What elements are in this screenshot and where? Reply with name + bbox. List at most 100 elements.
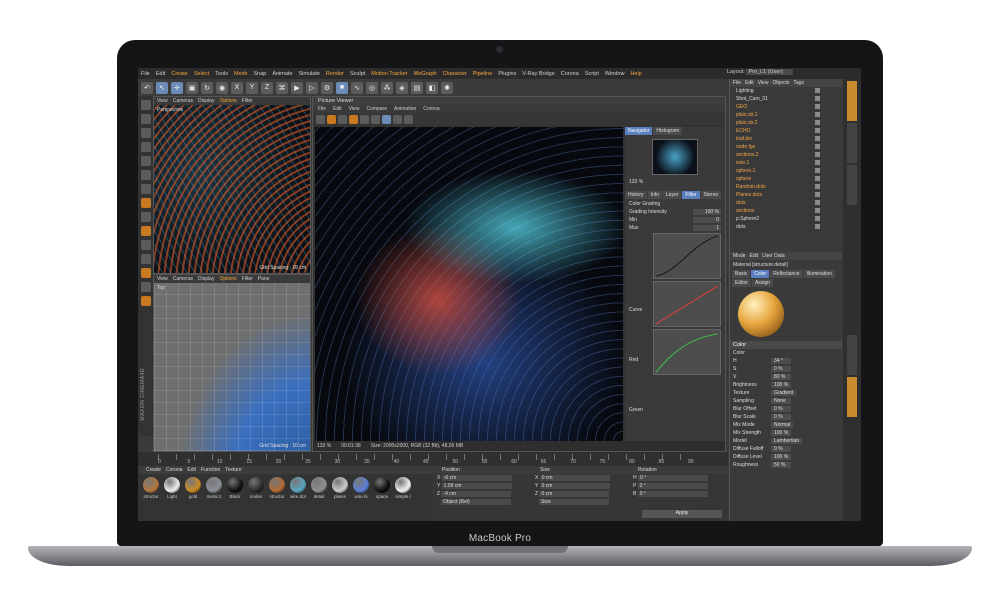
menu-item-v-ray-bridge[interactable]: V-Ray Bridge: [522, 71, 554, 77]
material-swatch[interactable]: Black: [226, 477, 244, 499]
object-row[interactable]: plain.str.2: [730, 119, 842, 127]
pv-menu-edit[interactable]: Edit: [333, 106, 342, 112]
coord-system-icon[interactable]: ⌘: [276, 81, 288, 94]
om-menu-view[interactable]: View: [758, 80, 769, 86]
pv-menu-animation[interactable]: Animation: [394, 106, 416, 112]
fit-icon[interactable]: [382, 114, 391, 124]
side-tab-objects[interactable]: [847, 81, 857, 121]
tab-history[interactable]: History: [625, 191, 647, 199]
save-icon[interactable]: [316, 114, 325, 124]
rendered-image[interactable]: [315, 127, 623, 441]
y-axis-icon[interactable]: Y: [246, 81, 258, 94]
deformer-icon[interactable]: ◈: [396, 81, 408, 94]
render-settings-icon[interactable]: ⚙: [321, 81, 333, 94]
points-mode-icon[interactable]: [140, 142, 151, 152]
tab-navigator[interactable]: Navigator: [625, 127, 653, 135]
tab-illumination[interactable]: Illumination: [803, 270, 835, 278]
visibility-toggle-icon[interactable]: [815, 192, 820, 197]
material-swatch[interactable]: wire.hi: [352, 477, 370, 499]
menu-item-create[interactable]: Create: [171, 71, 188, 77]
camera-icon[interactable]: ◧: [426, 81, 438, 94]
x-axis-icon[interactable]: X: [231, 81, 243, 94]
lock-icon[interactable]: [140, 212, 151, 222]
property-value[interactable]: 0 %: [771, 366, 791, 372]
position-field[interactable]: 1.09 cm: [441, 483, 512, 489]
tab-layer[interactable]: Layer: [662, 191, 682, 199]
object-row[interactable]: trail.bin: [730, 135, 842, 143]
move-icon[interactable]: ✛: [171, 81, 183, 94]
visibility-toggle-icon[interactable]: [815, 120, 820, 125]
object-row[interactable]: GEO: [730, 103, 842, 111]
edges-mode-icon[interactable]: [140, 156, 151, 166]
menu-item-help[interactable]: Help: [630, 71, 641, 77]
render-pv-icon[interactable]: ▷: [306, 81, 318, 94]
size-mode-select[interactable]: Size: [539, 499, 609, 505]
material-swatch[interactable]: structur: [142, 477, 160, 499]
material-swatch[interactable]: metal.2: [205, 477, 223, 499]
om-menu-objects[interactable]: Objects: [772, 80, 789, 86]
property-value[interactable]: Lambertian: [771, 438, 803, 444]
object-row[interactable]: Shot_Cam_01: [730, 95, 842, 103]
min-field[interactable]: 0: [693, 217, 721, 223]
visibility-toggle-icon[interactable]: [815, 200, 820, 205]
material-swatch[interactable]: nodes: [247, 477, 265, 499]
green-curve-graph[interactable]: [653, 329, 721, 375]
object-row[interactable]: sphere.1: [730, 167, 842, 175]
object-row[interactable]: sphere: [730, 175, 842, 183]
status-zoom[interactable]: 133 %: [317, 443, 331, 449]
nurbs-icon[interactable]: ◎: [366, 81, 378, 94]
menu-item-file[interactable]: File: [141, 71, 150, 77]
material-swatch[interactable]: gold: [184, 477, 202, 499]
visibility-toggle-icon[interactable]: [815, 104, 820, 109]
stop-icon[interactable]: [349, 114, 358, 124]
tab-color[interactable]: Color: [751, 270, 770, 278]
menu-item-window[interactable]: Window: [605, 71, 625, 77]
viewport-menu-view[interactable]: View: [157, 276, 168, 282]
viewport-menu-display[interactable]: Display: [198, 98, 214, 104]
mat-menu-create[interactable]: Create: [146, 467, 161, 473]
menu-item-snap[interactable]: Snap: [253, 71, 266, 77]
menu-item-select[interactable]: Select: [194, 71, 209, 77]
tab-filter[interactable]: Filter: [682, 191, 700, 199]
z-axis-icon[interactable]: Z: [261, 81, 273, 94]
cube-icon[interactable]: ■: [336, 81, 348, 94]
property-value[interactable]: 80 %: [771, 374, 791, 380]
visibility-toggle-icon[interactable]: [815, 216, 820, 221]
viewport-menu-filter[interactable]: Filter: [242, 276, 253, 282]
channel-icon[interactable]: [371, 114, 380, 124]
object-icon[interactable]: ◉: [216, 81, 228, 94]
viewport-menu-cameras[interactable]: Cameras: [173, 98, 193, 104]
viewport-menu-pane[interactable]: Pane: [258, 276, 270, 282]
property-value[interactable]: 0 %: [771, 446, 791, 452]
property-value[interactable]: Gradient: [771, 390, 797, 396]
pv-menu-view[interactable]: View: [349, 106, 360, 112]
rotation-field[interactable]: 0 °: [637, 491, 708, 497]
property-value[interactable]: Normal: [771, 422, 794, 428]
pv-menu-corona[interactable]: Corona: [423, 106, 439, 112]
size-field[interactable]: 0 cm: [539, 475, 610, 481]
tab-basic[interactable]: Basic: [732, 270, 751, 278]
viewport-menu-filter[interactable]: Filter: [242, 98, 253, 104]
material-swatch[interactable]: Light: [163, 477, 181, 499]
property-value[interactable]: None: [771, 398, 791, 404]
rotate-icon[interactable]: ↻: [201, 81, 213, 94]
workplane-icon[interactable]: [140, 128, 151, 138]
property-value[interactable]: 34 °: [771, 358, 791, 364]
size-field[interactable]: 0 cm: [539, 491, 610, 497]
object-row[interactable]: node.fgs: [730, 143, 842, 151]
enable-axis-icon[interactable]: [140, 184, 151, 194]
object-row[interactable]: Lighting: [730, 87, 842, 95]
layout-value[interactable]: Pro_L1 (User): [746, 69, 793, 75]
side-tab-layers[interactable]: [847, 335, 857, 375]
viewport-menu-options[interactable]: Options: [219, 276, 236, 282]
menu-item-corona[interactable]: Corona: [561, 71, 579, 77]
visibility-toggle-icon[interactable]: [815, 176, 820, 181]
material-preview[interactable]: [738, 291, 784, 337]
viewport-menu-display[interactable]: Display: [198, 276, 214, 282]
visibility-toggle-icon[interactable]: [815, 168, 820, 173]
visibility-toggle-icon[interactable]: [815, 160, 820, 165]
visibility-toggle-icon[interactable]: [815, 144, 820, 149]
select-icon[interactable]: ↖: [156, 81, 168, 94]
visibility-toggle-icon[interactable]: [815, 88, 820, 93]
visibility-toggle-icon[interactable]: [815, 152, 820, 157]
